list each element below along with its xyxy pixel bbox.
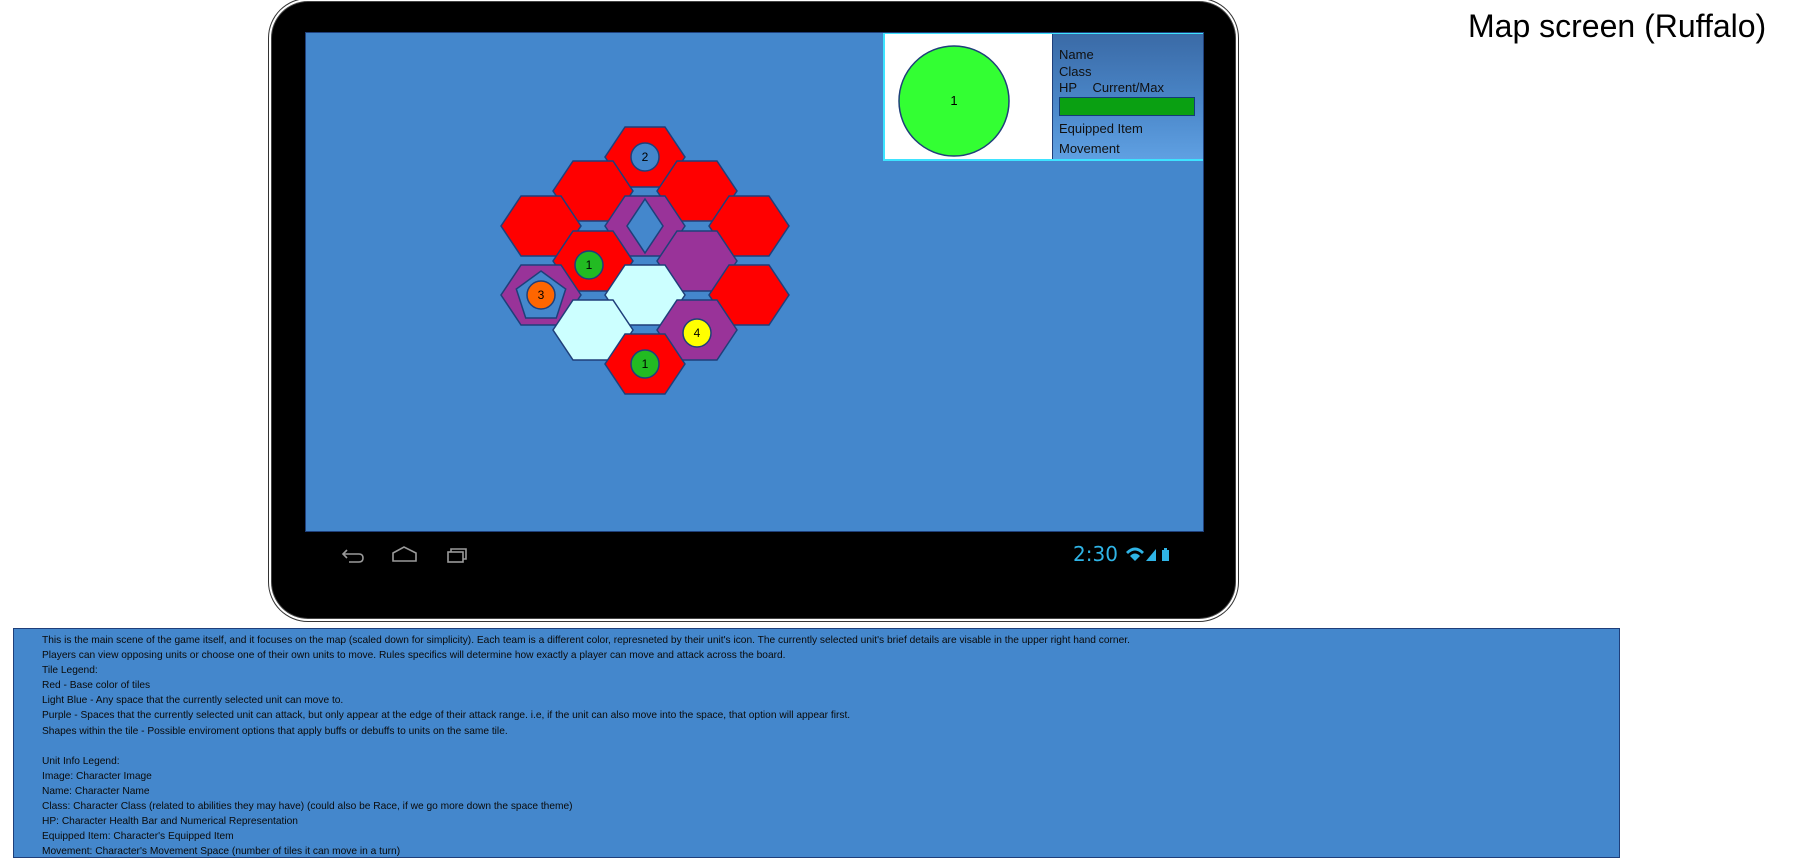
unit-hp-label: HP xyxy=(1059,80,1077,95)
unit-equipped-item: Equipped Item xyxy=(1059,121,1143,136)
nav-bar xyxy=(335,540,495,573)
unit-token-label: 1 xyxy=(586,258,593,272)
description-line: Purple - Spaces that the currently selec… xyxy=(42,710,851,722)
unit-info-panel[interactable]: 1 Name Class HP Current/Max Equipped Ite… xyxy=(883,33,1203,161)
recent-apps-icon[interactable] xyxy=(447,548,467,563)
description-line: This is the main scene of the game itsel… xyxy=(42,635,1130,646)
unit-token-label: 2 xyxy=(642,150,649,164)
description-line: Name: Character Name xyxy=(42,785,150,797)
signal-icon xyxy=(1146,549,1157,561)
map-screen: 2 1 3 4 1 1 Name Class HP Current/Max Equipp… xyxy=(305,32,1204,532)
description-line: Shapes within the tile - Possible enviro… xyxy=(42,725,508,737)
description-line: HP: Character Health Bar and Numerical R… xyxy=(42,816,298,828)
description-line: Image: Character Image xyxy=(42,770,152,782)
unit-hp-value: Current/Max xyxy=(1092,80,1164,95)
wifi-icon xyxy=(1126,547,1145,561)
description-line xyxy=(42,739,1619,754)
description-line: Red - Base color of tiles xyxy=(42,680,151,692)
home-icon[interactable] xyxy=(392,546,417,562)
unit-movement: Movement xyxy=(1059,141,1120,156)
description-line: Class: Character Class (related to abili… xyxy=(42,801,573,813)
unit-name: Name xyxy=(1059,47,1094,62)
unit-token-label: 3 xyxy=(538,288,545,302)
description-line: Equipped Item: Character's Equipped Item xyxy=(42,831,234,843)
unit-hp-row: HP Current/Max xyxy=(1059,80,1164,97)
description-line: Players can view opposing units or choos… xyxy=(42,650,786,662)
unit-token-label: 1 xyxy=(642,357,649,371)
description-line: Movement: Character's Movement Space (nu… xyxy=(42,846,401,858)
description-line: Light Blue - Any space that the currentl… xyxy=(42,695,344,707)
hp-bar xyxy=(1059,97,1195,116)
description-panel: This is the main scene of the game itsel… xyxy=(13,628,1620,858)
portrait-unit-label: 1 xyxy=(950,93,957,108)
unit-token-label: 4 xyxy=(694,326,701,340)
status-time: 2:30 xyxy=(1073,542,1118,566)
battery-icon xyxy=(1162,548,1170,561)
back-icon[interactable] xyxy=(341,549,364,563)
unit-class: Class xyxy=(1059,63,1092,79)
page-title: Map screen (Ruffalo) xyxy=(1468,8,1767,44)
unit-info-text: Name Class HP Current/Max xyxy=(1059,47,1164,97)
description-line: Unit Info Legend: xyxy=(42,755,120,767)
description-line: Tile Legend: xyxy=(42,665,98,677)
character-portrait: 1 xyxy=(885,34,1053,159)
status-bar: 2:30 xyxy=(1073,542,1172,566)
